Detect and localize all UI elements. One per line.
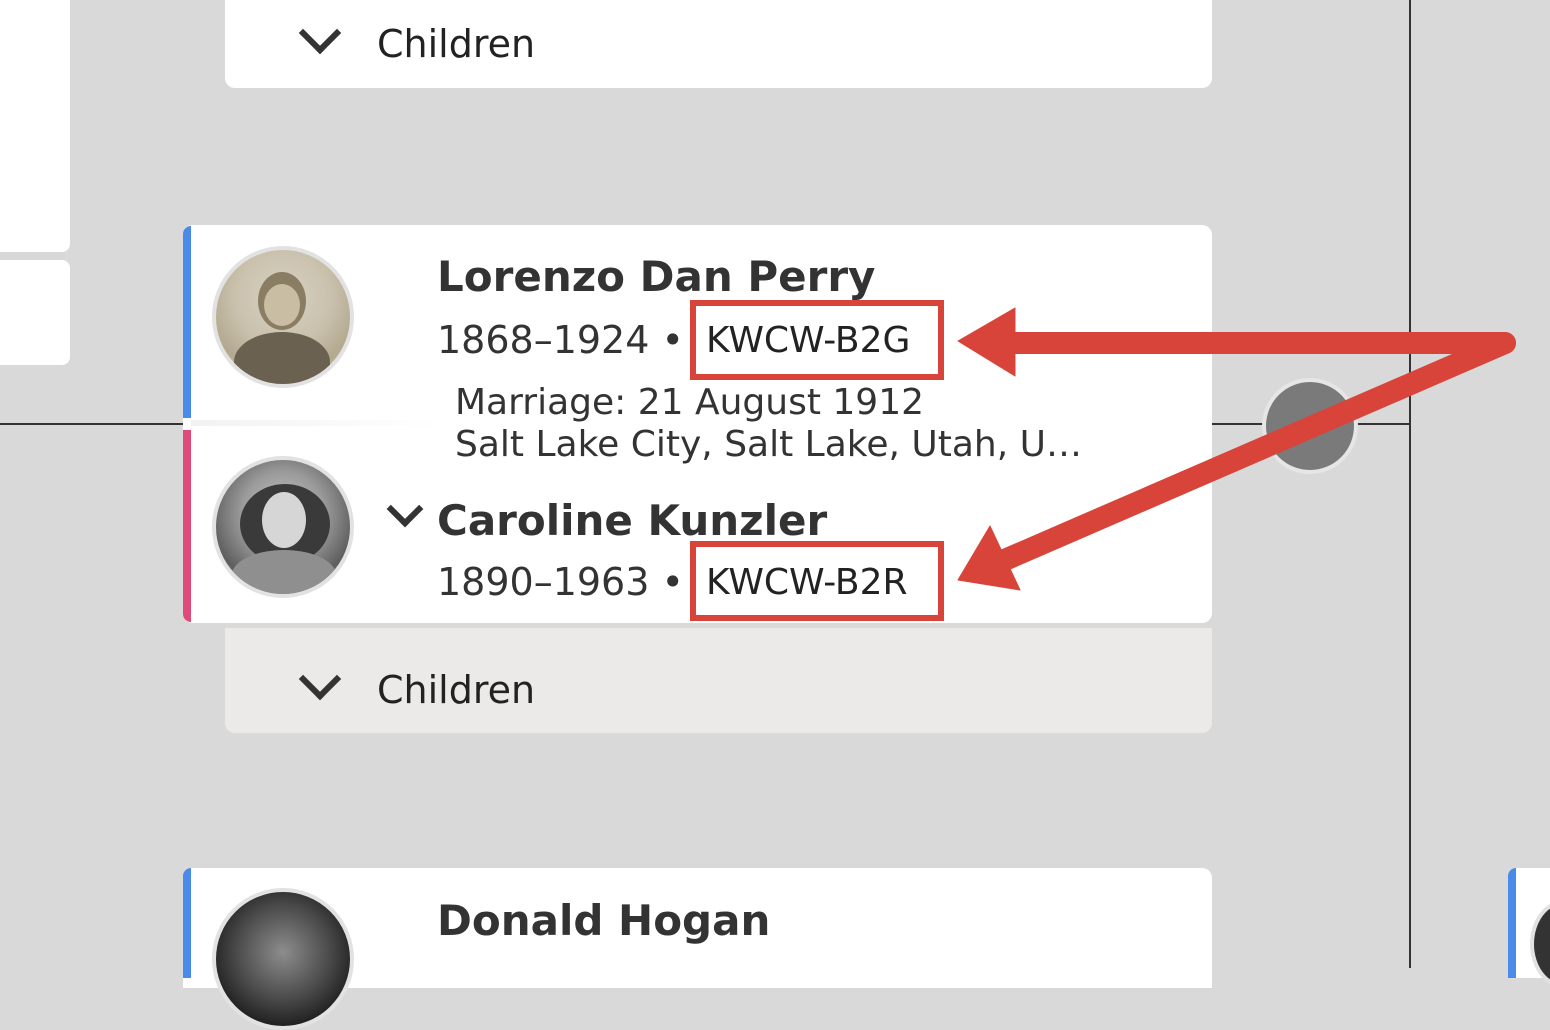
next-person-name[interactable]: Donald Hogan (437, 896, 770, 945)
husband-lifespan: 1868–1924 • (437, 318, 684, 362)
marriage-date: Marriage: 21 August 1912 (455, 382, 925, 423)
search-icon[interactable] (1262, 378, 1358, 474)
children-toggle-top[interactable]: Children (225, 0, 1212, 88)
male-indicator (183, 868, 191, 978)
left-partial-card (0, 260, 70, 365)
children-label: Children (377, 22, 536, 66)
chevron-down-icon (298, 11, 342, 55)
highlight-box (690, 300, 944, 380)
connector-line (1409, 0, 1411, 968)
husband-name[interactable]: Lorenzo Dan Perry (437, 252, 875, 301)
wife-lifespan: 1890–1963 • (437, 560, 684, 604)
male-indicator (183, 226, 191, 418)
highlight-box (690, 541, 944, 621)
children-toggle-bottom[interactable]: Children (225, 628, 1212, 733)
female-indicator (183, 430, 191, 622)
chevron-down-icon (298, 657, 342, 701)
avatar-husband[interactable] (212, 246, 354, 388)
avatar-wife[interactable] (212, 456, 354, 598)
marriage-place: Salt Lake City, Salt Lake, Utah, U… (455, 424, 1082, 465)
children-label: Children (377, 668, 536, 712)
left-partial-card (0, 0, 70, 252)
wife-name[interactable]: Caroline Kunzler (437, 496, 827, 545)
couple-divider (191, 420, 441, 426)
male-indicator (1508, 868, 1516, 978)
avatar-next-person[interactable] (212, 888, 354, 1030)
